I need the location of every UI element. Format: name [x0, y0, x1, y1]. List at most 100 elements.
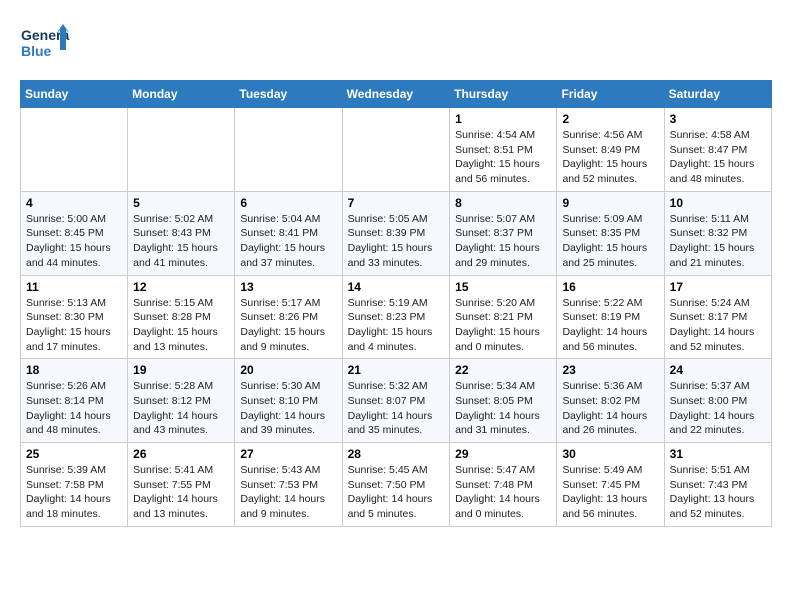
cell-content: Sunrise: 5:39 AM Sunset: 7:58 PM Dayligh…	[26, 463, 122, 522]
cell-content: Sunrise: 5:02 AM Sunset: 8:43 PM Dayligh…	[133, 212, 229, 271]
cell-content: Sunrise: 5:07 AM Sunset: 8:37 PM Dayligh…	[455, 212, 551, 271]
cell-content: Sunrise: 5:17 AM Sunset: 8:26 PM Dayligh…	[240, 296, 336, 355]
calendar-cell: 19Sunrise: 5:28 AM Sunset: 8:12 PM Dayli…	[128, 359, 235, 443]
cell-content: Sunrise: 5:34 AM Sunset: 8:05 PM Dayligh…	[455, 379, 551, 438]
day-number: 5	[133, 196, 229, 210]
cell-content: Sunrise: 5:05 AM Sunset: 8:39 PM Dayligh…	[348, 212, 445, 271]
calendar-cell: 28 Sunrise: 5:45 AM Sunset: 7:50 PM Dayli…	[342, 443, 450, 527]
calendar-cell: 13 Sunrise: 5:17 AM Sunset: 8:26 PM Dayli…	[235, 275, 342, 359]
cell-content: Sunrise: 4:56 AM Sunset: 8:49 PM Dayligh…	[562, 128, 658, 187]
cell-content: Sunrise: 5:22 AM Sunset: 8:19 PM Dayligh…	[562, 296, 658, 355]
svg-text:Blue: Blue	[21, 43, 52, 59]
day-number: 1	[455, 112, 551, 126]
calendar-cell: 4 Sunrise: 5:00 AM Sunset: 8:45 PM Daylig…	[21, 191, 128, 275]
calendar-cell: 6 Sunrise: 5:04 AM Sunset: 8:41 PM Daylig…	[235, 191, 342, 275]
weekday-header-friday: Friday	[557, 81, 664, 108]
calendar-cell: 14Sunrise: 5:19 AM Sunset: 8:23 PM Dayli…	[342, 275, 450, 359]
calendar-week-row: 1Sunrise: 4:54 AM Sunset: 8:51 PM Daylig…	[21, 108, 772, 192]
calendar-cell	[21, 108, 128, 192]
calendar-week-row: 25 Sunrise: 5:39 AM Sunset: 7:58 PM Dayli…	[21, 443, 772, 527]
calendar-cell: 17 Sunrise: 5:24 AM Sunset: 8:17 PM Dayli…	[664, 275, 771, 359]
day-number: 16	[562, 280, 658, 294]
day-number: 18	[26, 363, 122, 377]
day-number: 8	[455, 196, 551, 210]
calendar-cell: 24 Sunrise: 5:37 AM Sunset: 8:00 PM Dayli…	[664, 359, 771, 443]
calendar-cell: 15 Sunrise: 5:20 AM Sunset: 8:21 PM Dayli…	[450, 275, 557, 359]
day-number: 24	[670, 363, 766, 377]
weekday-header-monday: Monday	[128, 81, 235, 108]
calendar-cell: 21 Sunrise: 5:32 AM Sunset: 8:07 PM Dayli…	[342, 359, 450, 443]
calendar-week-row: 18 Sunrise: 5:26 AM Sunset: 8:14 PM Dayli…	[21, 359, 772, 443]
cell-content: Sunrise: 5:37 AM Sunset: 8:00 PM Dayligh…	[670, 379, 766, 438]
day-number: 23	[562, 363, 658, 377]
day-number: 4	[26, 196, 122, 210]
day-number: 31	[670, 447, 766, 461]
logo: General Blue	[20, 20, 70, 70]
cell-content: Sunrise: 5:04 AM Sunset: 8:41 PM Dayligh…	[240, 212, 336, 271]
calendar-cell: 18 Sunrise: 5:26 AM Sunset: 8:14 PM Dayli…	[21, 359, 128, 443]
day-number: 12	[133, 280, 229, 294]
weekday-header-sunday: Sunday	[21, 81, 128, 108]
day-number: 27	[240, 447, 336, 461]
day-number: 10	[670, 196, 766, 210]
cell-content: Sunrise: 5:09 AM Sunset: 8:35 PM Dayligh…	[562, 212, 658, 271]
calendar-cell: 31 Sunrise: 5:51 AM Sunset: 7:43 PM Dayli…	[664, 443, 771, 527]
calendar-cell: 12Sunrise: 5:15 AM Sunset: 8:28 PM Dayli…	[128, 275, 235, 359]
day-number: 17	[670, 280, 766, 294]
calendar-cell: 5 Sunrise: 5:02 AM Sunset: 8:43 PM Daylig…	[128, 191, 235, 275]
calendar-cell	[342, 108, 450, 192]
weekday-header-thursday: Thursday	[450, 81, 557, 108]
cell-content: Sunrise: 5:47 AM Sunset: 7:48 PM Dayligh…	[455, 463, 551, 522]
calendar-cell: 30Sunrise: 5:49 AM Sunset: 7:45 PM Dayli…	[557, 443, 664, 527]
cell-content: Sunrise: 5:13 AM Sunset: 8:30 PM Dayligh…	[26, 296, 122, 355]
calendar-cell: 20Sunrise: 5:30 AM Sunset: 8:10 PM Dayli…	[235, 359, 342, 443]
cell-content: Sunrise: 5:36 AM Sunset: 8:02 PM Dayligh…	[562, 379, 658, 438]
calendar-week-row: 4 Sunrise: 5:00 AM Sunset: 8:45 PM Daylig…	[21, 191, 772, 275]
day-number: 19	[133, 363, 229, 377]
cell-content: Sunrise: 4:58 AM Sunset: 8:47 PM Dayligh…	[670, 128, 766, 187]
calendar-cell: 8 Sunrise: 5:07 AM Sunset: 8:37 PM Daylig…	[450, 191, 557, 275]
cell-content: Sunrise: 5:32 AM Sunset: 8:07 PM Dayligh…	[348, 379, 445, 438]
day-number: 25	[26, 447, 122, 461]
cell-content: Sunrise: 5:45 AM Sunset: 7:50 PM Dayligh…	[348, 463, 445, 522]
cell-content: Sunrise: 5:26 AM Sunset: 8:14 PM Dayligh…	[26, 379, 122, 438]
day-number: 22	[455, 363, 551, 377]
cell-content: Sunrise: 5:00 AM Sunset: 8:45 PM Dayligh…	[26, 212, 122, 271]
calendar-cell: 3 Sunrise: 4:58 AM Sunset: 8:47 PM Daylig…	[664, 108, 771, 192]
calendar-cell: 27Sunrise: 5:43 AM Sunset: 7:53 PM Dayli…	[235, 443, 342, 527]
calendar-cell: 1Sunrise: 4:54 AM Sunset: 8:51 PM Daylig…	[450, 108, 557, 192]
calendar-cell: 9 Sunrise: 5:09 AM Sunset: 8:35 PM Daylig…	[557, 191, 664, 275]
calendar-cell	[235, 108, 342, 192]
day-number: 28	[348, 447, 445, 461]
day-number: 7	[348, 196, 445, 210]
day-number: 15	[455, 280, 551, 294]
calendar-cell: 25 Sunrise: 5:39 AM Sunset: 7:58 PM Dayli…	[21, 443, 128, 527]
weekday-header-wednesday: Wednesday	[342, 81, 450, 108]
weekday-header-saturday: Saturday	[664, 81, 771, 108]
weekday-header-tuesday: Tuesday	[235, 81, 342, 108]
cell-content: Sunrise: 5:30 AM Sunset: 8:10 PM Dayligh…	[240, 379, 336, 438]
day-number: 6	[240, 196, 336, 210]
calendar-table: SundayMondayTuesdayWednesdayThursdayFrid…	[20, 80, 772, 527]
day-number: 30	[562, 447, 658, 461]
day-number: 29	[455, 447, 551, 461]
cell-content: Sunrise: 5:41 AM Sunset: 7:55 PM Dayligh…	[133, 463, 229, 522]
page-header: General Blue	[20, 20, 772, 70]
day-number: 26	[133, 447, 229, 461]
day-number: 9	[562, 196, 658, 210]
day-number: 13	[240, 280, 336, 294]
day-number: 14	[348, 280, 445, 294]
calendar-cell: 26 Sunrise: 5:41 AM Sunset: 7:55 PM Dayli…	[128, 443, 235, 527]
cell-content: Sunrise: 5:20 AM Sunset: 8:21 PM Dayligh…	[455, 296, 551, 355]
calendar-header-row: SundayMondayTuesdayWednesdayThursdayFrid…	[21, 81, 772, 108]
cell-content: Sunrise: 5:51 AM Sunset: 7:43 PM Dayligh…	[670, 463, 766, 522]
day-number: 11	[26, 280, 122, 294]
calendar-cell: 29 Sunrise: 5:47 AM Sunset: 7:48 PM Dayli…	[450, 443, 557, 527]
calendar-cell: 10Sunrise: 5:11 AM Sunset: 8:32 PM Dayli…	[664, 191, 771, 275]
calendar-cell: 22 Sunrise: 5:34 AM Sunset: 8:05 PM Dayli…	[450, 359, 557, 443]
day-number: 21	[348, 363, 445, 377]
cell-content: Sunrise: 5:24 AM Sunset: 8:17 PM Dayligh…	[670, 296, 766, 355]
calendar-week-row: 11 Sunrise: 5:13 AM Sunset: 8:30 PM Dayli…	[21, 275, 772, 359]
day-number: 3	[670, 112, 766, 126]
calendar-cell: 2Sunrise: 4:56 AM Sunset: 8:49 PM Daylig…	[557, 108, 664, 192]
